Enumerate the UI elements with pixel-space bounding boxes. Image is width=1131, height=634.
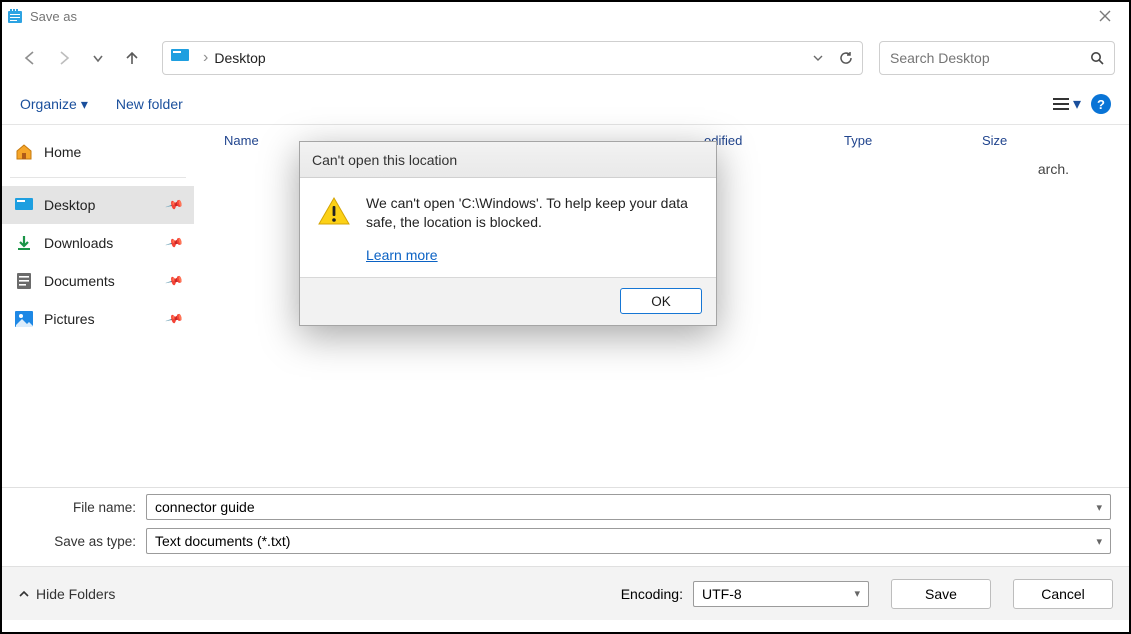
search-input[interactable] <box>890 50 1090 66</box>
hide-folders-label: Hide Folders <box>36 586 115 602</box>
learn-more-link[interactable]: Learn more <box>366 246 700 265</box>
back-button[interactable] <box>16 44 44 72</box>
save-button[interactable]: Save <box>891 579 991 609</box>
desktop-icon <box>14 195 34 215</box>
savetype-value: Text documents (*.txt) <box>155 533 290 549</box>
sidebar-item-label: Home <box>44 144 81 160</box>
close-button[interactable] <box>1085 2 1125 30</box>
caret-down-icon: ▾ <box>81 96 88 113</box>
documents-icon <box>14 271 34 291</box>
sidebar-item-downloads[interactable]: Downloads 📌 <box>2 224 194 262</box>
help-button[interactable]: ? <box>1091 94 1111 114</box>
warning-icon <box>316 194 352 230</box>
monitor-icon <box>171 49 189 67</box>
title-bar: Save as <box>2 2 1129 30</box>
savetype-label: Save as type: <box>20 534 146 549</box>
encoding-label: Encoding: <box>621 586 683 602</box>
notepad-icon <box>6 7 24 25</box>
chevron-down-icon: ▾ <box>854 587 860 600</box>
chevron-right-icon: › <box>203 49 208 67</box>
organize-menu[interactable]: Organize ▾ <box>20 96 88 113</box>
cancel-button[interactable]: Cancel <box>1013 579 1113 609</box>
sidebar-item-label: Pictures <box>44 311 95 327</box>
address-dropdown-button[interactable] <box>812 52 824 64</box>
pictures-icon <box>14 309 34 329</box>
new-folder-button[interactable]: New folder <box>116 96 183 112</box>
chevron-down-icon: ▾ <box>1096 501 1102 514</box>
refresh-button[interactable] <box>838 50 854 66</box>
hide-folders-button[interactable]: Hide Folders <box>18 586 115 602</box>
pin-icon: 📌 <box>165 271 185 291</box>
up-button[interactable] <box>118 44 146 72</box>
sidebar-item-label: Documents <box>44 273 115 289</box>
caret-down-icon: ▾ <box>1073 94 1081 114</box>
navigation-pane: Home Desktop 📌 Downloads 📌 Documents 📌 P… <box>2 125 194 487</box>
breadcrumb-location[interactable]: Desktop <box>214 50 265 66</box>
error-dialog-title: Can't open this location <box>300 142 716 178</box>
sidebar-item-pictures[interactable]: Pictures 📌 <box>2 300 194 338</box>
chevron-up-icon <box>18 588 30 600</box>
sidebar-item-label: Desktop <box>44 197 95 213</box>
home-icon <box>14 142 34 162</box>
ok-button[interactable]: OK <box>620 288 702 314</box>
dialog-footer: Hide Folders Encoding: UTF-8 ▾ Save Canc… <box>2 566 1129 620</box>
encoding-dropdown[interactable]: UTF-8 ▾ <box>693 581 869 607</box>
pin-icon: 📌 <box>165 233 185 253</box>
pin-icon: 📌 <box>165 309 185 329</box>
column-size[interactable]: Size <box>972 133 1072 148</box>
filename-input[interactable]: connector guide ▾ <box>146 494 1111 520</box>
sidebar-item-desktop[interactable]: Desktop 📌 <box>2 186 194 224</box>
filename-value: connector guide <box>155 499 255 515</box>
address-bar[interactable]: › Desktop <box>162 41 863 75</box>
downloads-icon <box>14 233 34 253</box>
window-title: Save as <box>30 9 77 24</box>
error-message: We can't open 'C:\Windows'. To help keep… <box>366 195 688 230</box>
sidebar-item-home[interactable]: Home <box>2 133 194 171</box>
error-dialog: Can't open this location We can't open '… <box>299 141 717 326</box>
save-form: File name: connector guide ▾ Save as typ… <box>2 487 1129 620</box>
forward-button[interactable] <box>50 44 78 72</box>
filename-label: File name: <box>20 500 146 515</box>
sidebar-item-label: Downloads <box>44 235 113 251</box>
chevron-down-icon: ▾ <box>1096 535 1102 548</box>
column-type[interactable]: Type <box>834 133 972 148</box>
pin-icon: 📌 <box>165 195 185 215</box>
navigation-row: › Desktop <box>2 30 1129 86</box>
recent-dropdown-button[interactable] <box>84 44 112 72</box>
sidebar-separator <box>10 177 186 178</box>
savetype-dropdown[interactable]: Text documents (*.txt) ▾ <box>146 528 1111 554</box>
sidebar-item-documents[interactable]: Documents 📌 <box>2 262 194 300</box>
search-icon <box>1090 51 1104 65</box>
organize-label: Organize <box>20 96 77 112</box>
encoding-value: UTF-8 <box>702 586 742 602</box>
view-options-button[interactable]: ▾ <box>1053 94 1081 114</box>
command-bar: Organize ▾ New folder ▾ ? <box>2 86 1129 122</box>
search-box[interactable] <box>879 41 1115 75</box>
